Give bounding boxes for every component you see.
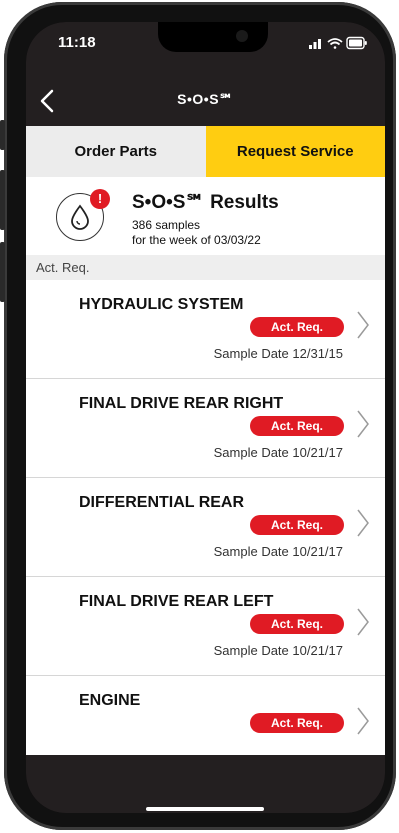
item-title: ENGINE <box>79 692 141 709</box>
camera <box>236 30 248 42</box>
list-item[interactable]: HYDRAULIC SYSTEM Act. Req. Sample Date 1… <box>26 280 385 379</box>
phone-frame: 11:18 S•O•S℠ Order Parts Request Service… <box>0 2 396 830</box>
status-badge: Act. Req. <box>250 416 344 436</box>
volume-down-button <box>0 242 5 302</box>
chevron-right-icon <box>357 311 369 339</box>
sample-date: Sample Date 10/21/17 <box>213 544 343 559</box>
item-title: HYDRAULIC SYSTEM <box>79 296 244 313</box>
battery-icon <box>346 36 367 50</box>
page-title: S•O•S℠ <box>177 91 234 107</box>
alert-icon: ! <box>90 189 110 209</box>
list-item[interactable]: DIFFERENTIAL REAR Act. Req. Sample Date … <box>26 478 385 577</box>
list-item[interactable]: FINAL DRIVE REAR RIGHT Act. Req. Sample … <box>26 379 385 478</box>
navigation-bar: S•O•S℠ <box>26 76 385 126</box>
signal-icon <box>309 39 321 49</box>
status-badge: Act. Req. <box>250 515 344 535</box>
sample-count: 386 samples <box>132 218 201 232</box>
status-badge: Act. Req. <box>250 713 344 733</box>
notch <box>158 22 268 52</box>
results-title: S•O•S℠ Results <box>132 192 279 213</box>
chevron-right-icon <box>357 509 369 537</box>
sample-date: Sample Date 10/21/17 <box>213 445 343 460</box>
section-header: Act. Req. <box>26 255 385 280</box>
list-item[interactable]: ENGINE Act. Req. <box>26 676 385 755</box>
sample-date: Sample Date 12/31/15 <box>213 346 343 361</box>
chevron-right-icon <box>357 707 369 735</box>
status-bar: 11:18 <box>26 22 385 76</box>
request-service-button[interactable]: Request Service <box>205 126 385 177</box>
status-time: 11:18 <box>58 34 96 51</box>
item-title: FINAL DRIVE REAR LEFT <box>79 593 274 610</box>
action-tabs: Order Parts Request Service <box>26 126 385 177</box>
item-title: DIFFERENTIAL REAR <box>79 494 245 511</box>
status-icons <box>309 36 367 50</box>
screen: 11:18 S•O•S℠ Order Parts Request Service… <box>26 22 385 813</box>
status-badge: Act. Req. <box>250 317 344 337</box>
order-parts-button[interactable]: Order Parts <box>26 126 206 177</box>
volume-up-button <box>0 170 5 230</box>
status-badge: Act. Req. <box>250 614 344 634</box>
week-label: for the week of 03/03/22 <box>132 233 261 247</box>
list-item[interactable]: FINAL DRIVE REAR LEFT Act. Req. Sample D… <box>26 577 385 676</box>
chevron-right-icon <box>357 410 369 438</box>
section-label: Act. Req. <box>36 260 90 275</box>
home-indicator[interactable] <box>146 807 264 811</box>
mute-switch <box>0 120 5 150</box>
results-list: HYDRAULIC SYSTEM Act. Req. Sample Date 1… <box>26 280 385 755</box>
wifi-icon <box>327 38 343 49</box>
results-header: ! S•O•S℠ Results 386 samples for the wee… <box>26 177 385 255</box>
item-title: FINAL DRIVE REAR RIGHT <box>79 395 284 412</box>
sample-date: Sample Date 10/21/17 <box>213 643 343 658</box>
chevron-right-icon <box>357 608 369 636</box>
bottom-bar <box>26 755 385 813</box>
